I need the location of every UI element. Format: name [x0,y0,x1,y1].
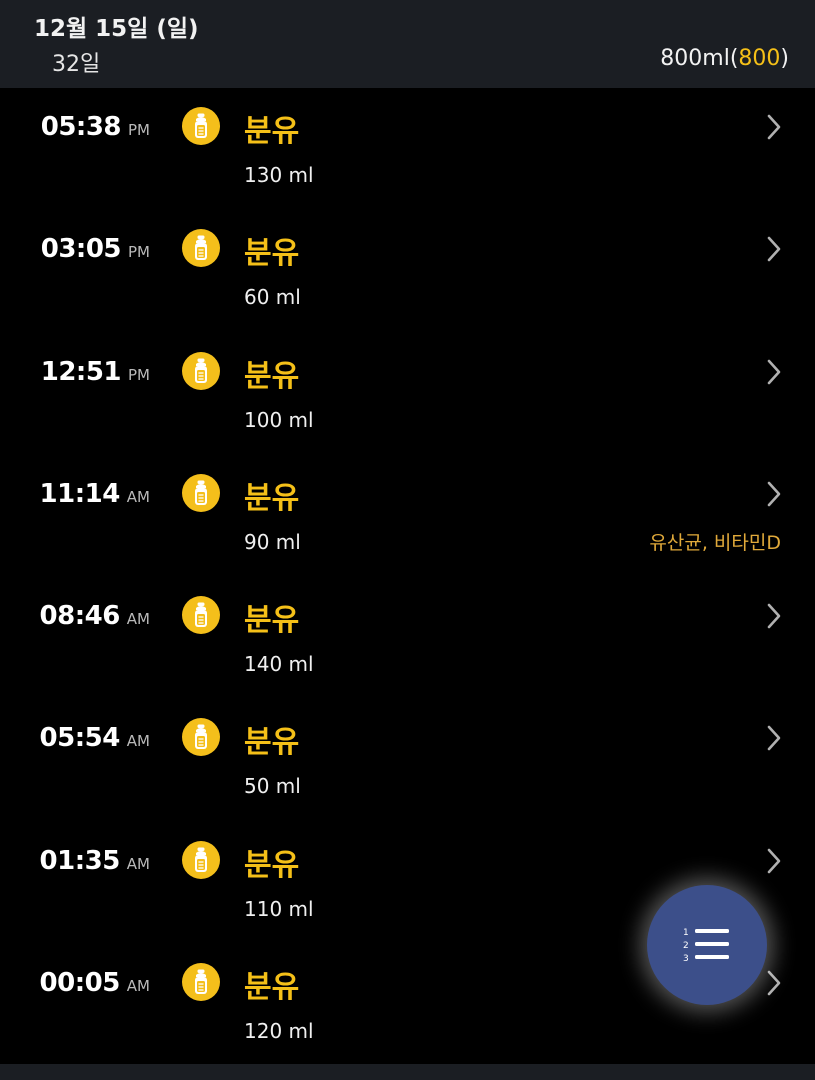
entry-title: 분유 [244,725,300,761]
feeding-entry-row[interactable]: 03:05 PM 분유 60 ml [0,210,815,332]
chevron-right-icon[interactable] [764,113,784,141]
entry-ampm: PM [128,243,150,262]
entry-title: 분유 [244,480,300,516]
entry-ampm: AM [126,854,150,873]
entry-ampm: PM [128,365,150,384]
svg-text:1: 1 [683,928,689,938]
entry-ampm: PM [128,121,150,139]
entry-amount: 140 ml [244,652,314,677]
baby-bottle-icon [182,718,220,757]
entry-time: 01:35 AM [40,846,150,876]
entry-amount: 60 ml [244,285,301,310]
baby-bottle-icon [182,351,220,390]
entry-ampm: AM [126,487,150,506]
baby-bottle-icon [182,107,220,145]
total-target: 800 [738,46,781,71]
baby-bottle-icon [182,963,220,1002]
baby-bottle-icon [182,596,220,635]
entry-time-value: 01:35 [39,845,121,876]
svg-text:3: 3 [683,954,689,964]
feeding-entry-row[interactable]: 05:54 AM 분유 50 ml [0,699,815,821]
entry-amount: 100 ml [244,407,314,432]
entry-time: 05:38 PM [41,112,150,142]
entry-time: 11:14 AM [40,479,150,509]
chevron-right-icon[interactable] [764,235,784,263]
chevron-right-icon[interactable] [764,724,784,752]
entry-amount: 50 ml [244,774,301,799]
chevron-right-icon[interactable] [764,847,784,875]
entry-title: 분유 [244,603,300,639]
chevron-right-icon[interactable] [764,358,784,386]
entry-amount: 90 ml [244,529,301,554]
entry-time-value: 05:54 [39,723,121,754]
feeding-entry-row[interactable]: 12:51 PM 분유 100 ml [0,333,815,455]
entry-amount: 120 ml [244,1019,314,1044]
numbered-list-icon: 1 2 3 [683,928,729,964]
chevron-right-icon[interactable] [764,602,784,630]
chevron-right-icon[interactable] [764,480,784,508]
chevron-right-icon[interactable] [764,969,784,997]
baby-bottle-icon [182,840,220,879]
entry-amount: 110 ml [244,896,314,921]
entry-time: 08:46 AM [40,601,150,631]
day-header: 12월 15일 (일) 32일 800ml(800) [0,0,815,88]
baby-bottle-icon [182,473,220,512]
entry-time: 00:05 AM [40,968,150,998]
header-day-count: 32일 [52,52,101,77]
list-view-fab-button[interactable]: 1 2 3 [647,885,767,1005]
entry-title: 분유 [244,236,300,272]
feeding-entry-row[interactable]: 11:14 AM 분유 90 ml 유산균, 비타민D [0,455,815,577]
entry-ampm: AM [126,977,150,996]
entry-time-value: 05:38 [40,112,122,142]
entry-note: 유산균, 비타민D [649,531,781,554]
entry-time: 12:51 PM [41,357,150,387]
header-total: 800ml(800) [660,46,789,71]
entry-title: 분유 [244,970,300,1006]
entry-title: 분유 [244,847,300,883]
header-date: 12월 15일 (일) [34,16,199,42]
feeding-entry-row[interactable]: 08:46 AM 분유 140 ml [0,577,815,699]
entry-title: 분유 [244,358,300,394]
entry-ampm: AM [126,610,150,629]
entry-time: 05:54 AM [40,723,150,753]
entry-time-value: 03:05 [40,234,122,265]
entry-time-value: 11:14 [39,478,121,509]
entry-time-value: 12:51 [40,356,122,387]
total-paren-close: ) [780,46,789,71]
entry-time-value: 00:05 [39,968,121,999]
entry-time: 03:05 PM [41,234,150,264]
entry-title: 분유 [244,114,300,149]
total-amount: 800ml [660,46,730,71]
baby-bottle-icon [182,229,220,268]
entry-amount: 130 ml [244,163,314,187]
bottom-bar [0,1064,815,1080]
svg-text:2: 2 [683,941,689,951]
entry-time-value: 08:46 [39,601,121,632]
entry-ampm: AM [126,732,150,751]
feeding-entry-row[interactable]: 05:38 PM 분유 130 ml [0,88,815,210]
